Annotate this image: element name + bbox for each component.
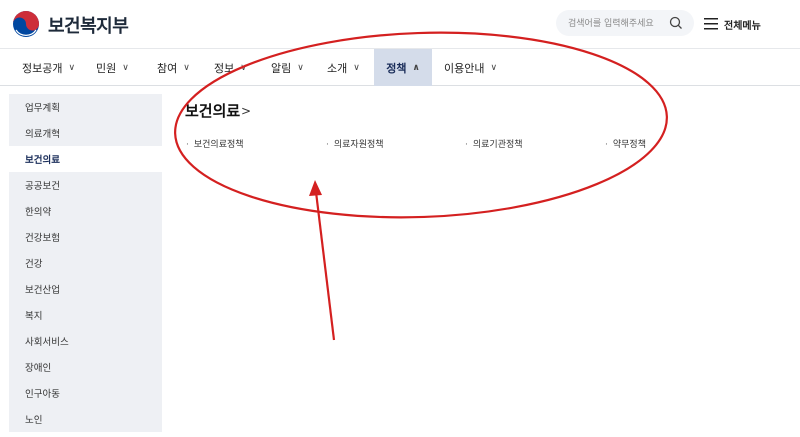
sidebar-item-healthcare[interactable]: 보건의료 — [9, 146, 162, 172]
chevron-down-icon: ∨ — [353, 62, 360, 73]
annotation-arrow-line — [314, 191, 336, 341]
site-header: 보건복지부 검색어를 입력해주세요 전체메뉴 — [0, 0, 800, 48]
taegeuk-logo-icon[interactable] — [12, 10, 40, 38]
search-box[interactable]: 검색어를 입력해주세요 — [556, 10, 694, 36]
nav-label: 참여 — [157, 61, 178, 75]
nav-item-user-guide[interactable]: 이용안내 ∨ — [444, 49, 497, 86]
section-title[interactable]: 보건의료 — [185, 100, 240, 121]
nav-label: 이용안내 — [444, 61, 485, 75]
sidebar-item-health-industry[interactable]: 보건산업 — [9, 276, 162, 302]
sub-link-pharmaceutical-policy[interactable]: 약무정책 — [605, 137, 646, 150]
sidebar-item-elderly[interactable]: 노인 — [9, 406, 162, 432]
chevron-down-icon: ∨ — [122, 62, 129, 73]
search-input[interactable]: 검색어를 입력해주세요 — [568, 16, 654, 29]
nav-item-info-disclosure[interactable]: 정보공개 ∨ — [22, 49, 75, 86]
search-icon[interactable] — [668, 15, 684, 31]
chevron-right-icon[interactable]: > — [241, 104, 251, 118]
chevron-down-icon: ∨ — [297, 62, 304, 73]
all-menu-button[interactable]: 전체메뉴 — [704, 14, 761, 34]
sub-link-healthcare-policy[interactable]: 보건의료정책 — [186, 137, 244, 150]
sidebar-item-medical-reform[interactable]: 의료개혁 — [9, 120, 162, 146]
nav-item-introduction[interactable]: 소개 ∨ — [327, 49, 360, 86]
main-nav: 정보공개 ∨ 민원 ∨ 참여 ∨ 정보 ∨ 알림 ∨ 소개 ∨ 정책 ∧ 이용안… — [0, 48, 800, 86]
nav-item-information[interactable]: 정보 ∨ — [214, 49, 247, 86]
annotation-arrow-head — [309, 180, 322, 196]
nav-label: 알림 — [271, 61, 292, 75]
sidebar-item-korean-medicine[interactable]: 한의약 — [9, 198, 162, 224]
sidebar-item-health-insurance[interactable]: 건강보험 — [9, 224, 162, 250]
all-menu-label: 전체메뉴 — [724, 20, 761, 32]
nav-item-participation[interactable]: 참여 ∨ — [157, 49, 190, 86]
sidebar-item-disabled[interactable]: 장애인 — [9, 354, 162, 380]
sub-link-medical-institution-policy[interactable]: 의료기관정책 — [465, 137, 523, 150]
hamburger-icon — [704, 18, 718, 30]
nav-label: 정보 — [214, 61, 235, 75]
sidebar-item-public-health[interactable]: 공공보건 — [9, 172, 162, 198]
sidebar-item-population-children[interactable]: 인구아동 — [9, 380, 162, 406]
sidebar-item-social-services[interactable]: 사회서비스 — [9, 328, 162, 354]
nav-label: 정책 — [386, 61, 407, 75]
chevron-up-icon: ∧ — [412, 62, 420, 73]
nav-item-policy[interactable]: 정책 ∧ — [374, 49, 432, 86]
chevron-down-icon: ∨ — [68, 62, 76, 73]
sidebar-item-work-plan[interactable]: 업무계획 — [9, 94, 162, 120]
chevron-down-icon: ∨ — [240, 62, 247, 73]
nav-item-civil-complaint[interactable]: 민원 ∨ — [96, 49, 129, 86]
sub-link-medical-resources-policy[interactable]: 의료자원정책 — [326, 137, 384, 150]
nav-label: 소개 — [327, 61, 348, 75]
policy-sidebar: 업무계획 의료개혁 보건의료 공공보건 한의약 건강보험 건강 보건산업 복지 … — [9, 94, 162, 432]
chevron-down-icon: ∨ — [183, 62, 190, 73]
nav-label: 민원 — [96, 61, 117, 75]
sidebar-item-welfare[interactable]: 복지 — [9, 302, 162, 328]
site-brand[interactable]: 보건복지부 — [48, 12, 129, 38]
nav-item-notice[interactable]: 알림 ∨ — [271, 49, 304, 86]
nav-label: 정보공개 — [22, 61, 63, 75]
chevron-down-icon: ∨ — [490, 62, 498, 73]
sidebar-item-health[interactable]: 건강 — [9, 250, 162, 276]
